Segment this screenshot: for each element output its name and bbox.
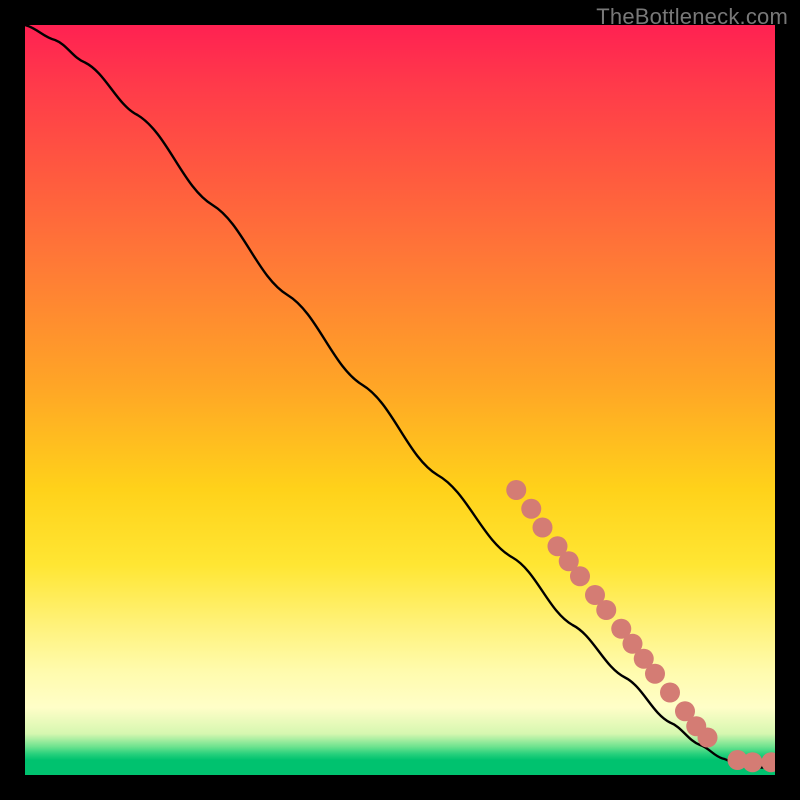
data-dot <box>698 728 718 748</box>
bottleneck-curve <box>25 25 775 768</box>
data-dot <box>585 585 605 605</box>
data-dot <box>660 683 680 703</box>
data-dot <box>634 649 654 669</box>
data-dot <box>611 619 631 639</box>
chart-svg <box>25 25 775 775</box>
data-dot <box>596 600 616 620</box>
data-dot <box>521 499 541 519</box>
data-dot <box>548 536 568 556</box>
data-dot <box>645 664 665 684</box>
plot-area <box>25 25 775 775</box>
data-dot <box>686 716 706 736</box>
data-dot <box>675 701 695 721</box>
data-dot <box>728 750 748 770</box>
data-dot <box>506 480 526 500</box>
data-dot <box>570 566 590 586</box>
data-dot <box>743 752 763 772</box>
data-dot <box>559 551 579 571</box>
data-dots <box>506 480 775 772</box>
data-dot <box>533 518 553 538</box>
data-dot <box>761 752 775 772</box>
data-dot <box>623 634 643 654</box>
chart-stage: TheBottleneck.com <box>0 0 800 800</box>
